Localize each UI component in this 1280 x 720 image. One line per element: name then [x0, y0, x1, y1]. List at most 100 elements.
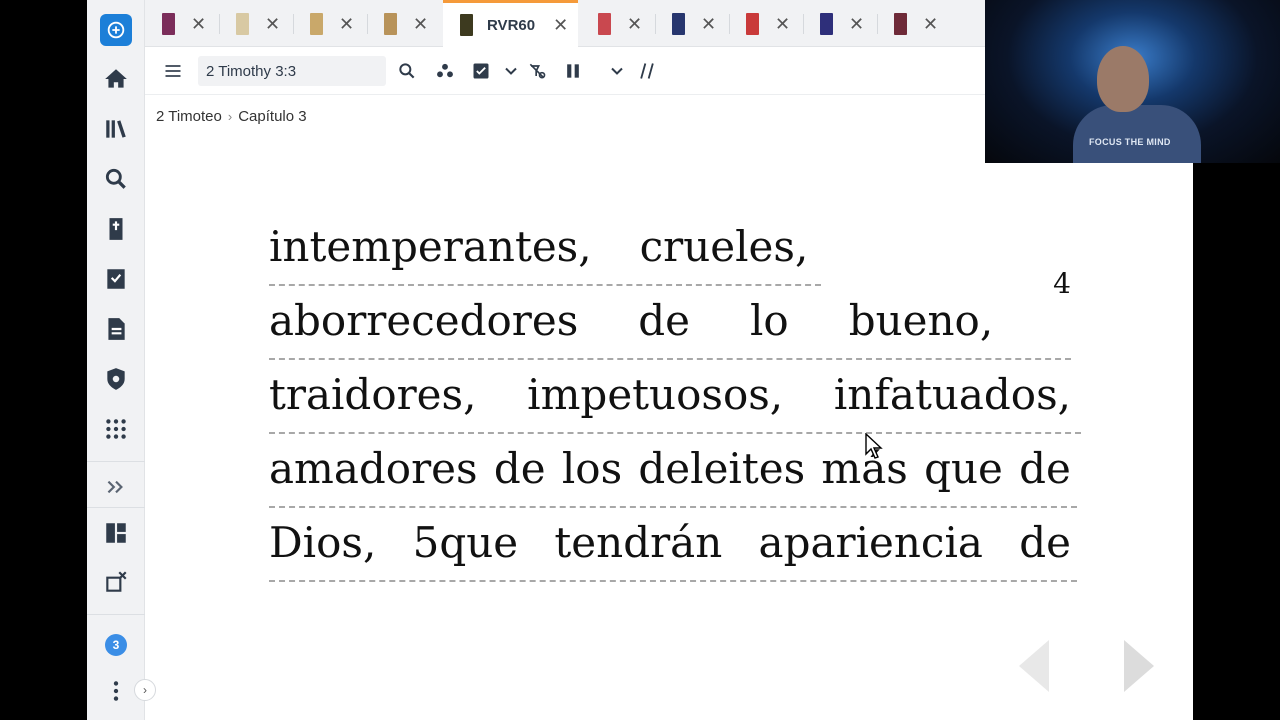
word[interactable]: crueles,: [640, 222, 809, 271]
tab-book-8[interactable]: ✕: [729, 0, 802, 47]
tab-book-9[interactable]: ✕: [803, 0, 876, 47]
close-icon[interactable]: ✕: [265, 15, 280, 33]
document-icon[interactable]: [99, 312, 133, 346]
line-rule: [269, 284, 821, 286]
word[interactable]: tendrán: [554, 518, 722, 567]
notification-badge[interactable]: 3: [105, 634, 127, 656]
parallel-resources-icon[interactable]: [635, 59, 659, 83]
word[interactable]: intemperantes,: [269, 222, 592, 271]
book-cover-icon: [598, 12, 611, 35]
visual-filter-icon[interactable]: [525, 59, 549, 83]
reference-input[interactable]: [198, 56, 386, 86]
word[interactable]: que: [924, 444, 1003, 493]
expand-rail-button[interactable]: ›: [134, 679, 156, 701]
breadcrumb-book[interactable]: 2 Timoteo: [156, 108, 222, 125]
chevron-down-icon[interactable]: [605, 59, 629, 83]
close-icon[interactable]: ✕: [923, 15, 938, 33]
tab-rvr60[interactable]: RVR60 ✕: [443, 0, 578, 47]
close-icon[interactable]: ✕: [339, 15, 354, 33]
word[interactable]: aborrecedores: [269, 296, 578, 345]
presenter-head: [1097, 46, 1149, 112]
chevron-down-icon[interactable]: [499, 59, 523, 83]
line-rule: [269, 580, 1077, 582]
layout-icon[interactable]: [99, 516, 133, 550]
book-cover-icon: [746, 12, 759, 35]
presenter-body: [1073, 105, 1201, 163]
next-page-arrow-icon[interactable]: [1124, 640, 1154, 692]
tab-book-10[interactable]: ✕: [877, 0, 950, 47]
word[interactable]: los: [562, 444, 622, 493]
tab-book-3[interactable]: ✕: [293, 0, 366, 47]
breadcrumb-separator: ›: [227, 109, 233, 124]
text-line: amadores de los deleites más que de: [269, 436, 1081, 510]
parallel-columns-icon[interactable]: [561, 59, 585, 83]
close-icon[interactable]: ✕: [191, 15, 206, 33]
bible-text-reader: intemperantes, crueles, aborrecedores de…: [269, 214, 1081, 584]
word[interactable]: lo: [750, 296, 789, 345]
breadcrumb: 2 Timoteo › Capítulo 3: [156, 108, 307, 125]
home-icon[interactable]: [99, 62, 133, 96]
book-cover-icon: [162, 12, 175, 35]
book-cover-icon: [460, 14, 473, 36]
search-icon[interactable]: [395, 59, 419, 83]
close-icon[interactable]: ✕: [849, 15, 864, 33]
word[interactable]: 5que: [413, 518, 519, 567]
verse-number[interactable]: 4: [1053, 270, 1071, 333]
word[interactable]: bueno,: [849, 296, 993, 345]
left-rail: 3 ›: [87, 0, 156, 720]
book-cover-icon: [236, 12, 249, 35]
word[interactable]: impetuosos,: [527, 370, 783, 419]
reading-plan-check-icon[interactable]: [469, 59, 493, 83]
bible-icon[interactable]: [99, 212, 133, 246]
book-cover-icon: [384, 12, 397, 35]
word[interactable]: traidores,: [269, 370, 476, 419]
book-cover-icon: [894, 12, 907, 35]
library-icon[interactable]: [99, 112, 133, 146]
text-line: intemperantes, crueles,: [269, 214, 1081, 288]
rail-divider: [87, 507, 145, 508]
reading-plan-icon[interactable]: [99, 262, 133, 296]
tab-label: RVR60: [487, 16, 536, 34]
close-icon[interactable]: ✕: [775, 15, 790, 33]
word[interactable]: de: [638, 296, 690, 345]
word[interactable]: de: [1019, 518, 1071, 567]
word[interactable]: deleites: [638, 444, 805, 493]
word[interactable]: de: [1019, 444, 1071, 493]
shirt-text: FOCUS THE MIND: [1089, 137, 1171, 147]
tab-book-6[interactable]: ✕: [581, 0, 654, 47]
tab-book-2[interactable]: ✕: [219, 0, 292, 47]
text-line: Dios, 5que tendrán apariencia de: [269, 510, 1081, 584]
word[interactable]: infatuados,: [834, 370, 1071, 419]
more-options-icon[interactable]: [99, 674, 133, 708]
close-panels-icon[interactable]: [99, 565, 133, 599]
close-icon[interactable]: ✕: [627, 15, 642, 33]
word[interactable]: apariencia: [759, 518, 983, 567]
word[interactable]: amadores: [269, 444, 478, 493]
word[interactable]: Dios,: [269, 518, 376, 567]
breadcrumb-chapter[interactable]: Capítulo 3: [238, 108, 306, 125]
line-rule: [269, 506, 1077, 508]
book-cover-icon: [672, 12, 685, 35]
mouse-pointer-icon: [865, 433, 883, 459]
line-rule: [269, 358, 1071, 360]
previous-page-arrow-icon[interactable]: [1019, 640, 1049, 692]
close-icon[interactable]: ✕: [701, 15, 716, 33]
text-line: traidores, impetuosos, infatuados,: [269, 362, 1081, 436]
shield-icon[interactable]: [99, 362, 133, 396]
menu-icon[interactable]: [161, 59, 185, 83]
tab-book-4[interactable]: ✕: [367, 0, 440, 47]
close-icon[interactable]: ✕: [413, 15, 428, 33]
book-cover-icon: [310, 12, 323, 35]
apps-grid-icon[interactable]: [99, 412, 133, 446]
tab-book-7[interactable]: ✕: [655, 0, 728, 47]
book-cover-icon: [820, 12, 833, 35]
resources-icon[interactable]: [433, 59, 457, 83]
close-icon[interactable]: ✕: [553, 16, 568, 34]
search-icon[interactable]: [99, 162, 133, 196]
double-chevron-icon[interactable]: [99, 470, 133, 504]
webcam-overlay: FOCUS THE MIND: [985, 0, 1280, 163]
tab-book-1[interactable]: ✕: [145, 0, 218, 47]
word[interactable]: de: [494, 444, 546, 493]
app-logo-icon[interactable]: [100, 14, 132, 46]
rail-divider: [87, 461, 145, 462]
